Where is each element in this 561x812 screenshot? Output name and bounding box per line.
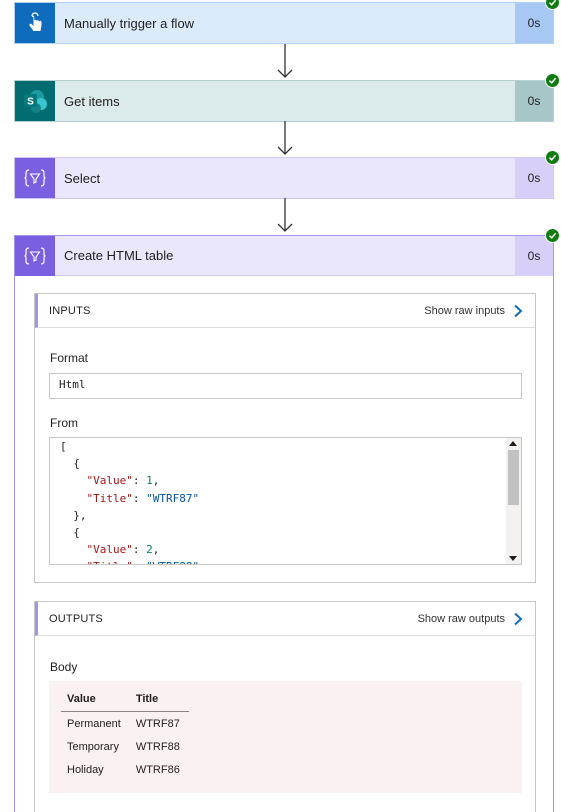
step-select[interactable]: Select 0s [14, 150, 560, 199]
table-row: Holiday WTRF86 [61, 758, 189, 781]
code-line: "Title": "WTRF87" [86, 491, 200, 505]
step-title: Select [64, 170, 101, 186]
touch-trigger-icon [15, 3, 55, 43]
outputs-panel-header: OUTPUTS Show raw outputs [35, 602, 535, 636]
show-raw-inputs-link[interactable]: Show raw inputs [424, 304, 523, 318]
body-table: Value Title Permanent WTRF87 Temporary W… [61, 687, 189, 781]
data-operation-icon [15, 235, 55, 276]
code-line: "Value": 1, [86, 474, 160, 488]
table-cell: WTRF87 [135, 718, 180, 730]
scroll-up-icon[interactable] [509, 441, 517, 446]
svg-text:S: S [27, 96, 34, 107]
code-line: { [60, 525, 80, 539]
code-line: { [60, 457, 80, 471]
table-header-row: Value Title [61, 687, 189, 712]
step-title: Get items [64, 93, 120, 109]
step-create-html-table: Create HTML table 0s INPUTS Show raw inp… [14, 228, 560, 812]
step-duration: 0s [515, 3, 553, 43]
inputs-panel-header: INPUTS Show raw inputs [35, 294, 535, 328]
step-duration: 0s [515, 81, 553, 121]
card-title: Create HTML table [64, 248, 174, 263]
column-header: Title [129, 687, 189, 712]
inputs-heading: INPUTS [49, 304, 91, 317]
from-label: From [50, 416, 78, 430]
table-cell: Temporary [67, 741, 119, 753]
success-check-icon [545, 73, 560, 88]
outputs-panel: OUTPUTS Show raw outputs Body Value Titl… [34, 601, 536, 812]
table-cell: Holiday [67, 764, 104, 776]
chevron-right-icon [514, 304, 523, 317]
step-manually-trigger[interactable]: Manually trigger a flow 0s [14, 0, 560, 44]
scroll-down-icon[interactable] [509, 556, 517, 561]
show-raw-inputs-label: Show raw inputs [424, 304, 505, 317]
arrow-down-icon [277, 121, 293, 155]
code-line: "Value": 2, [86, 543, 160, 557]
sharepoint-icon: S [15, 81, 55, 121]
code-scrollbar[interactable] [506, 438, 521, 564]
format-field: Html [49, 373, 522, 399]
success-check-icon [545, 150, 560, 165]
table-cell: Permanent [67, 718, 121, 730]
outputs-heading: OUTPUTS [49, 612, 103, 625]
format-label: Format [50, 351, 89, 365]
table-row: Temporary WTRF88 [61, 735, 189, 758]
from-code-viewer[interactable]: [ { "Value": 1, "Title": "WTRF87" }, { "… [49, 437, 522, 565]
arrow-down-icon [277, 44, 293, 78]
table-cell: WTRF86 [135, 764, 180, 776]
column-header: Value [61, 687, 130, 712]
scroll-thumb[interactable] [508, 450, 519, 505]
code-line: }, [60, 508, 87, 522]
step-get-items[interactable]: S Get items 0s [14, 73, 560, 122]
inputs-panel: INPUTS Show raw inputs Format Html From … [34, 293, 536, 583]
body-table-container: Value Title Permanent WTRF87 Temporary W… [49, 681, 522, 793]
step-duration: 0s [515, 158, 553, 198]
step-title: Manually trigger a flow [64, 15, 195, 31]
body-label: Body [50, 660, 78, 674]
chevron-right-icon [514, 612, 523, 625]
arrow-down-icon [277, 198, 293, 232]
show-raw-outputs-label: Show raw outputs [417, 612, 505, 625]
success-check-icon [545, 228, 560, 243]
card-header[interactable]: Create HTML table 0s [15, 235, 553, 276]
code-line: [ [60, 440, 67, 453]
table-cell: WTRF88 [135, 741, 180, 753]
code-lines: [ { "Value": 1, "Title": "WTRF87" }, { "… [50, 438, 521, 564]
data-operation-icon [15, 158, 55, 198]
code-line: "Title": "WTRF88" [50, 558, 521, 564]
table-row: Permanent WTRF87 [61, 712, 189, 736]
show-raw-outputs-link[interactable]: Show raw outputs [418, 612, 523, 626]
success-check-icon [545, 0, 560, 10]
